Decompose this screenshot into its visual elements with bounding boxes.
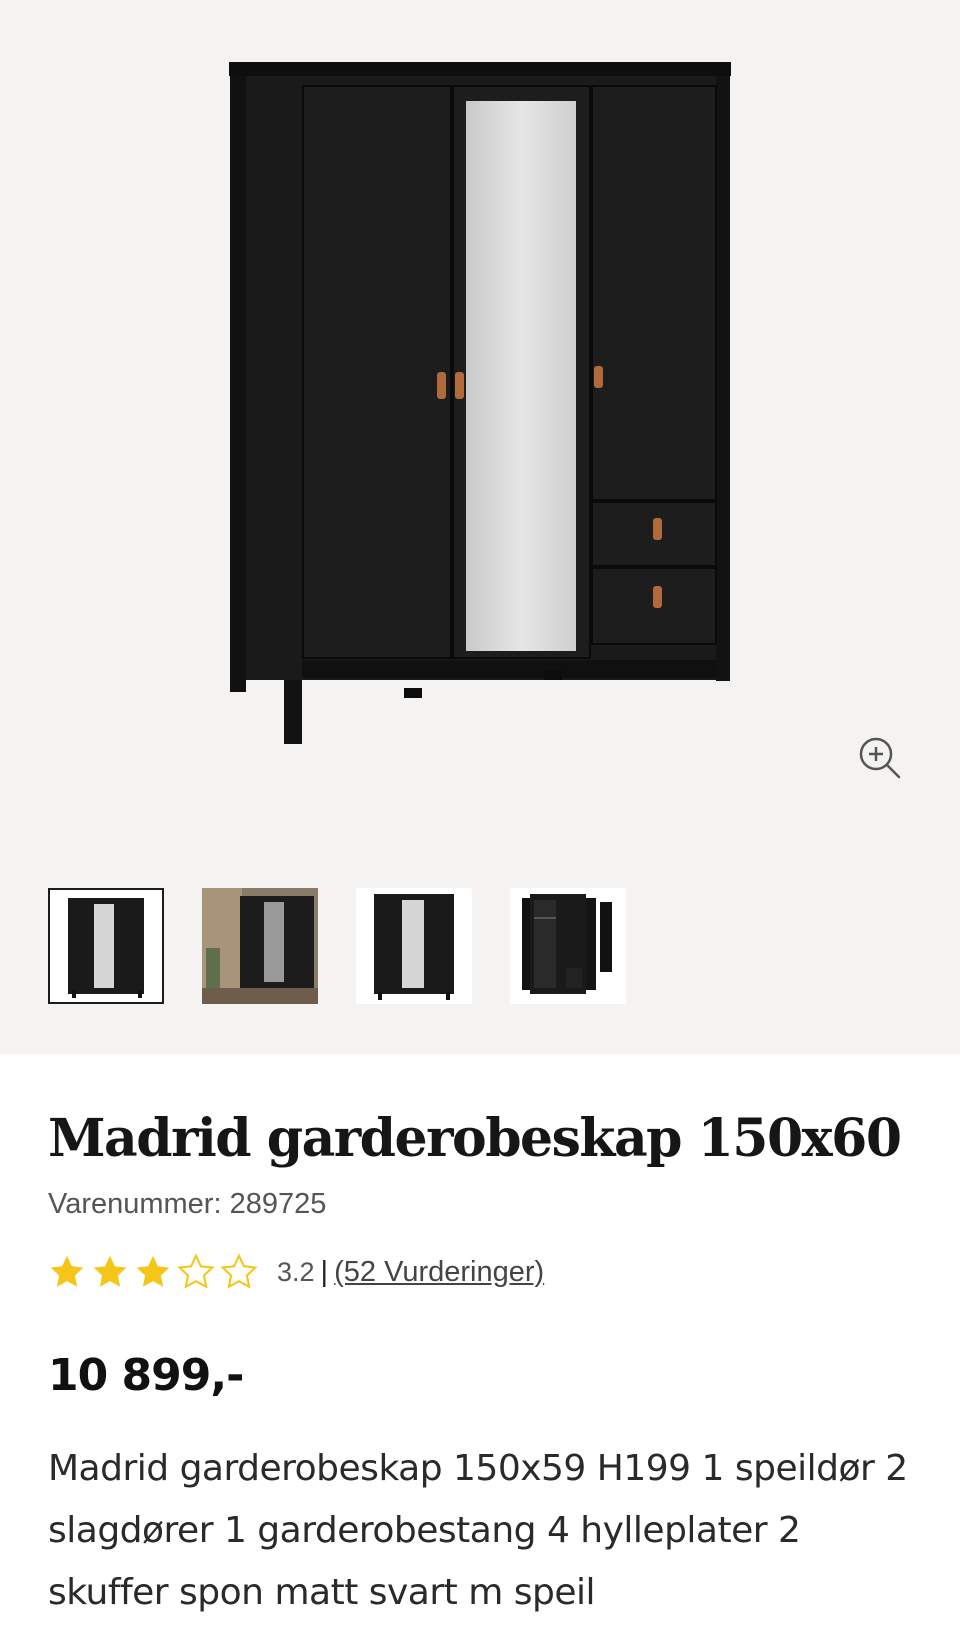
product-sku: Varenummer: 289725 — [48, 1188, 327, 1220]
reviews-link[interactable]: (52 Vurderinger) — [334, 1256, 544, 1289]
product-rating: 3.2 | (52 Vurderinger) — [48, 1252, 544, 1292]
thumbnail-2[interactable] — [202, 888, 318, 1004]
star-outline-icon — [220, 1253, 258, 1289]
zoom-button[interactable] — [856, 734, 904, 782]
rating-value: 3.2 — [277, 1256, 315, 1287]
product-info: Madrid garderobeskap 150x60 Varenummer: … — [0, 1054, 960, 1644]
star-filled-icon — [136, 1255, 170, 1287]
product-price: 10 899,- — [48, 1350, 244, 1401]
rating-stars — [48, 1253, 263, 1291]
thumbnail-wardrobe-room-image — [202, 888, 318, 1004]
star-filled-icon — [93, 1255, 127, 1287]
thumbnail-4[interactable] — [510, 888, 626, 1004]
thumbnail-wardrobe-front-image — [68, 898, 144, 998]
thumbnail-wardrobe-plain-image — [374, 894, 454, 1000]
product-description: Madrid garderobeskap 150x59 H199 1 speil… — [48, 1448, 908, 1613]
zoom-in-icon — [859, 737, 901, 779]
rating-separator: | — [320, 1255, 329, 1288]
star-outline-icon — [177, 1253, 215, 1289]
star-filled-icon — [50, 1255, 84, 1287]
thumbnail-3[interactable] — [356, 888, 472, 1004]
product-main-image[interactable] — [0, 0, 960, 860]
product-gallery — [0, 0, 960, 1054]
thumbnail-wardrobe-open-image — [522, 894, 612, 994]
product-title: Madrid garderobeskap 150x60 — [48, 1108, 902, 1169]
thumbnail-1[interactable] — [48, 888, 164, 1004]
